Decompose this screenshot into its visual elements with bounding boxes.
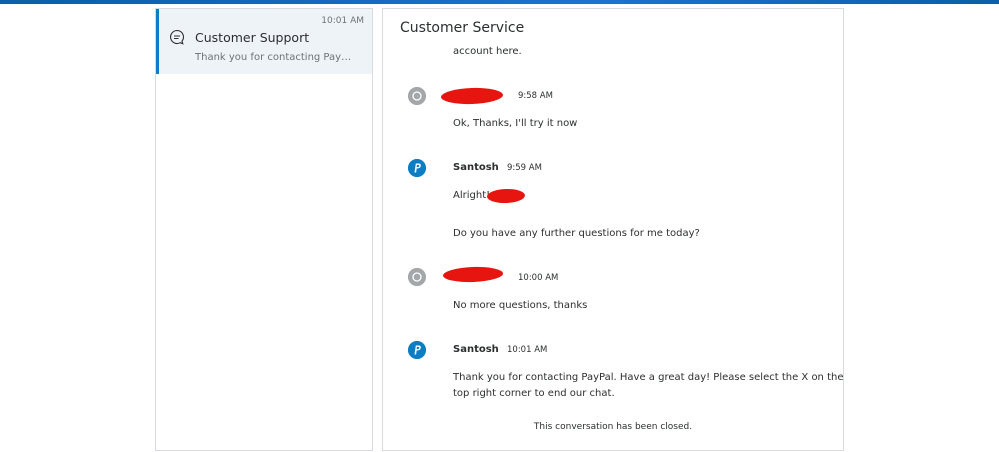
user-avatar-icon — [408, 268, 426, 286]
conversation-time: 10:01 AM — [321, 16, 364, 26]
chat-bubble-icon — [170, 29, 184, 45]
message-text: No more questions, thanks — [453, 300, 588, 311]
chat-panel: Customer Service account here. 9:58 AM O… — [382, 8, 844, 451]
sender-name: Santosh — [453, 344, 499, 355]
message-time: 10:00 AM — [518, 273, 559, 283]
message-text-partial: account here. — [453, 46, 522, 57]
message-text: Do you have any further questions for me… — [453, 228, 700, 239]
sender-name: Santosh — [453, 162, 499, 173]
redacted-name — [440, 86, 504, 106]
message-text: top right corner to end our chat. — [453, 388, 615, 399]
message-text: Ok, Thanks, I'll try it now — [453, 118, 578, 129]
conversation-list: Customer Support 10:01 AM Thank you for … — [155, 8, 373, 451]
conversation-title: Customer Support — [195, 30, 310, 45]
message-text: Alright! — [453, 190, 491, 201]
redacted-name — [486, 188, 526, 204]
top-brand-bar — [0, 0, 999, 4]
conversation-item-customer-support[interactable]: Customer Support 10:01 AM Thank you for … — [156, 9, 372, 74]
redacted-name — [442, 265, 504, 284]
message-time: 9:58 AM — [518, 91, 553, 101]
conversation-preview: Thank you for contacting PayPal. Have a … — [195, 52, 355, 63]
message-time: 9:59 AM — [507, 163, 542, 173]
message-text: Thank you for contacting PayPal. Have a … — [453, 372, 844, 383]
paypal-logo-icon — [408, 159, 426, 177]
user-avatar-icon — [408, 87, 426, 105]
message-time: 10:01 AM — [507, 345, 548, 355]
chat-title: Customer Service — [400, 20, 525, 36]
conversation-closed-notice: This conversation has been closed. — [533, 422, 693, 432]
paypal-logo-icon — [408, 341, 426, 359]
